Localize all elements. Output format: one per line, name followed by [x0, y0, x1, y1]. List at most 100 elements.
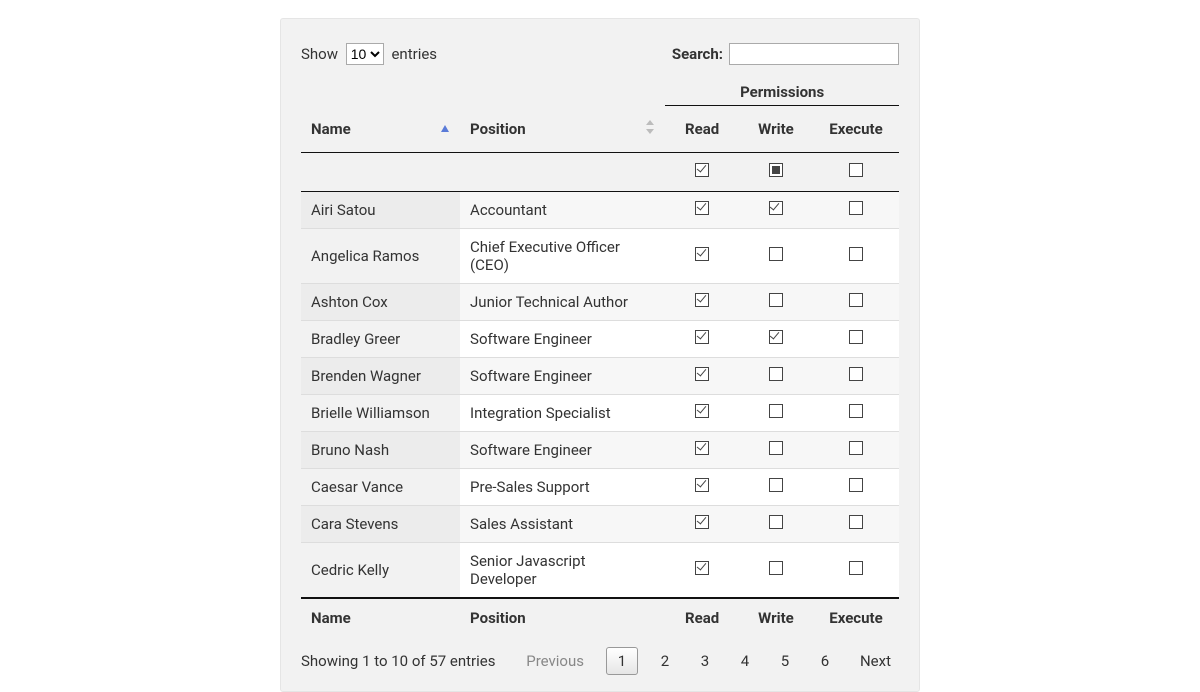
table-row: Bradley GreerSoftware Engineer: [301, 321, 899, 358]
foot-execute: Execute: [813, 598, 899, 637]
pager-page-1[interactable]: 1: [606, 647, 638, 675]
write-checkbox[interactable]: [769, 293, 783, 307]
select-all-execute-checkbox[interactable]: [849, 163, 863, 177]
cell-name: Cedric Kelly: [301, 543, 460, 599]
search-control: Search:: [672, 43, 899, 65]
execute-checkbox[interactable]: [849, 561, 863, 575]
cell-position: Pre-Sales Support: [460, 469, 665, 506]
cell-name: Cara Stevens: [301, 506, 460, 543]
sort-asc-icon: [440, 120, 450, 138]
cell-position: Software Engineer: [460, 321, 665, 358]
write-checkbox[interactable]: [769, 330, 783, 344]
read-checkbox[interactable]: [695, 201, 709, 215]
length-show-label: Show: [301, 45, 338, 63]
col-position-label: Position: [470, 120, 526, 138]
read-checkbox[interactable]: [695, 293, 709, 307]
read-checkbox[interactable]: [695, 330, 709, 344]
read-checkbox[interactable]: [695, 247, 709, 261]
col-name[interactable]: Name: [301, 106, 460, 153]
table-row: Brenden WagnerSoftware Engineer: [301, 358, 899, 395]
length-entries-label: entries: [391, 45, 437, 63]
table-controls: Show 10 entries Search:: [301, 43, 899, 65]
table-footer: Showing 1 to 10 of 57 entries Previous 12…: [301, 647, 899, 675]
data-table-panel: Show 10 entries Search: Permissions N: [280, 18, 920, 692]
length-control: Show 10 entries: [301, 43, 437, 65]
pager-page-2[interactable]: 2: [652, 648, 678, 674]
col-name-label: Name: [311, 120, 351, 138]
read-checkbox[interactable]: [695, 478, 709, 492]
read-checkbox[interactable]: [695, 515, 709, 529]
length-select[interactable]: 10: [346, 43, 384, 65]
pager-page-6[interactable]: 6: [812, 648, 838, 674]
cell-name: Brenden Wagner: [301, 358, 460, 395]
select-all-write-checkbox[interactable]: [769, 163, 783, 177]
cell-name: Bruno Nash: [301, 432, 460, 469]
cell-name: Bradley Greer: [301, 321, 460, 358]
execute-checkbox[interactable]: [849, 247, 863, 261]
write-checkbox[interactable]: [769, 201, 783, 215]
info-text: Showing 1 to 10 of 57 entries: [301, 652, 495, 670]
execute-checkbox[interactable]: [849, 478, 863, 492]
cell-position: Accountant: [460, 192, 665, 229]
pager-page-3[interactable]: 3: [692, 648, 718, 674]
execute-checkbox[interactable]: [849, 367, 863, 381]
table-row: Angelica RamosChief Executive Officer (C…: [301, 229, 899, 284]
pager-next[interactable]: Next: [852, 648, 899, 674]
cell-position: Chief Executive Officer (CEO): [460, 229, 665, 284]
table-body: Airi SatouAccountantAngelica RamosChief …: [301, 192, 899, 599]
table-row: Caesar VancePre-Sales Support: [301, 469, 899, 506]
select-all-read-checkbox[interactable]: [695, 163, 709, 177]
write-checkbox[interactable]: [769, 478, 783, 492]
search-input[interactable]: [729, 43, 899, 65]
cell-position: Software Engineer: [460, 432, 665, 469]
write-checkbox[interactable]: [769, 515, 783, 529]
cell-name: Angelica Ramos: [301, 229, 460, 284]
execute-checkbox[interactable]: [849, 201, 863, 215]
execute-checkbox[interactable]: [849, 404, 863, 418]
cell-name: Ashton Cox: [301, 284, 460, 321]
execute-checkbox[interactable]: [849, 330, 863, 344]
read-checkbox[interactable]: [695, 441, 709, 455]
cell-position: Junior Technical Author: [460, 284, 665, 321]
table-row: Cara StevensSales Assistant: [301, 506, 899, 543]
read-checkbox[interactable]: [695, 367, 709, 381]
col-read[interactable]: Read: [665, 106, 739, 153]
write-checkbox[interactable]: [769, 367, 783, 381]
table-row: Cedric KellySenior Javascript Developer: [301, 543, 899, 599]
cell-name: Airi Satou: [301, 192, 460, 229]
cell-name: Caesar Vance: [301, 469, 460, 506]
execute-checkbox[interactable]: [849, 515, 863, 529]
table-row: Brielle WilliamsonIntegration Specialist: [301, 395, 899, 432]
write-checkbox[interactable]: [769, 247, 783, 261]
foot-position: Position: [460, 598, 665, 637]
table-row: Bruno NashSoftware Engineer: [301, 432, 899, 469]
pager-previous: Previous: [518, 648, 592, 674]
table-row: Airi SatouAccountant: [301, 192, 899, 229]
write-checkbox[interactable]: [769, 441, 783, 455]
cell-position: Software Engineer: [460, 358, 665, 395]
col-position[interactable]: Position: [460, 106, 665, 153]
search-label: Search:: [672, 45, 723, 63]
foot-name: Name: [301, 598, 460, 637]
pagination: Previous 123456 Next: [518, 647, 899, 675]
write-checkbox[interactable]: [769, 404, 783, 418]
cell-position: Sales Assistant: [460, 506, 665, 543]
col-execute[interactable]: Execute: [813, 106, 899, 153]
write-checkbox[interactable]: [769, 561, 783, 575]
table-row: Ashton CoxJunior Technical Author: [301, 284, 899, 321]
permissions-group-header: Permissions: [665, 79, 899, 106]
cell-position: Senior Javascript Developer: [460, 543, 665, 599]
cell-position: Integration Specialist: [460, 395, 665, 432]
col-write[interactable]: Write: [739, 106, 813, 153]
cell-name: Brielle Williamson: [301, 395, 460, 432]
pager-page-4[interactable]: 4: [732, 648, 758, 674]
execute-checkbox[interactable]: [849, 293, 863, 307]
foot-write: Write: [739, 598, 813, 637]
pager-page-5[interactable]: 5: [772, 648, 798, 674]
permissions-table: Permissions Name Position: [301, 79, 899, 637]
execute-checkbox[interactable]: [849, 441, 863, 455]
sort-both-icon: [645, 120, 655, 138]
read-checkbox[interactable]: [695, 404, 709, 418]
read-checkbox[interactable]: [695, 561, 709, 575]
foot-read: Read: [665, 598, 739, 637]
